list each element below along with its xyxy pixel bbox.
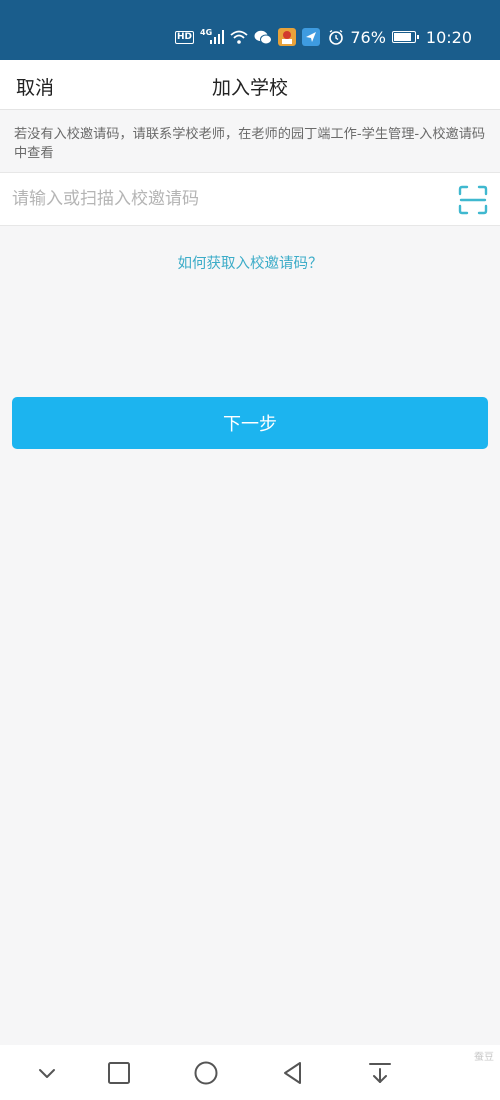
battery-icon [391, 31, 419, 43]
status-icons-right: 76% 10:20 [328, 26, 472, 48]
header: 取消 加入学校 [0, 60, 500, 110]
next-step-button[interactable]: 下一步 [12, 397, 488, 449]
battery-percent: 76% [350, 27, 386, 47]
wechat-icon [254, 30, 273, 44]
hd-icon: HD [175, 30, 195, 44]
invite-code-row [0, 172, 500, 226]
scan-icon[interactable] [458, 185, 488, 215]
chevron-down-icon[interactable] [34, 1060, 60, 1086]
circle-icon[interactable] [193, 1060, 219, 1086]
app-send-icon [302, 28, 321, 46]
page-title: 加入学校 [211, 77, 288, 99]
status-bar: HD 4G 76% 10:20 [0, 0, 500, 60]
signal-icon [210, 30, 225, 44]
status-time: 10:20 [425, 27, 472, 47]
battery-fill [393, 33, 411, 41]
square-icon[interactable] [106, 1060, 132, 1086]
app-icon [278, 28, 297, 46]
download-icon[interactable] [367, 1060, 393, 1086]
triangle-back-icon[interactable] [280, 1060, 306, 1086]
wifi-icon [230, 30, 248, 44]
invite-code-input[interactable] [12, 173, 432, 225]
how-to-get-code-link[interactable]: 如何获取入校邀请码？ [0, 252, 500, 273]
system-nav-bar [0, 1045, 500, 1100]
network-type-label: 4G [200, 27, 213, 37]
hint-text: 若没有入校邀请码，请联系学校老师，在老师的园丁端工作-学生管理-入校邀请码中查看 [0, 110, 500, 172]
watermark: 蚕豆 [474, 1052, 494, 1063]
alarm-icon [329, 29, 344, 45]
status-icons-left: HD 4G [175, 26, 321, 48]
